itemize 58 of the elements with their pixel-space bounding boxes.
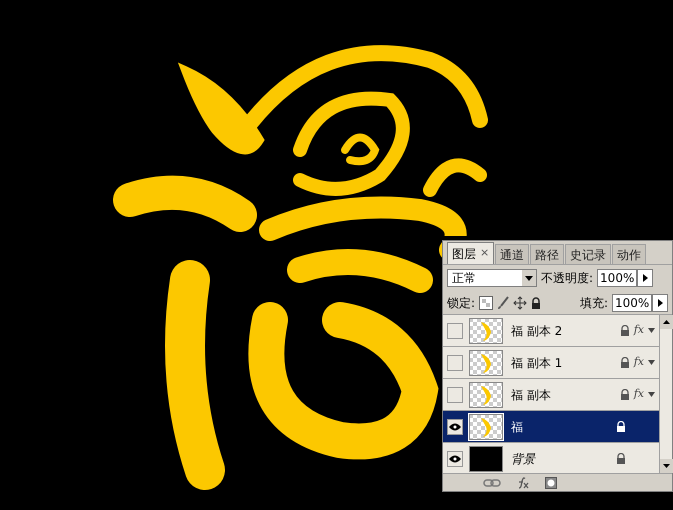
eye-icon [449,422,461,430]
lock-icon [616,453,626,464]
fill-field[interactable]: 100% [612,294,652,312]
lock-icon [620,357,630,368]
lock-icon[interactable] [531,296,542,308]
panel-tab[interactable]: 路径 [530,244,564,264]
layer-row[interactable]: 福 副本 2 fx [443,315,659,347]
layer-thumbnail [469,446,503,472]
fx-icon[interactable] [517,476,529,488]
blend-mode-value: 正常 [451,272,477,284]
tab-close-button[interactable]: × [480,245,490,262]
opacity-label: 不透明度: [541,270,594,287]
layer-row[interactable]: 福 副本 1 fx [443,347,659,379]
effects-indicator[interactable]: fx [634,354,644,371]
scroll-down-icon[interactable] [660,459,673,473]
layer-name: 福 副本 1 [511,354,564,372]
lock-icon [620,389,630,400]
layer-row[interactable]: 福 [443,411,659,443]
panel-tab[interactable]: 史记录 [565,244,612,264]
tab-label: 图层 [452,246,476,262]
expand-caret-icon[interactable] [648,328,655,333]
move-icon[interactable] [513,296,528,310]
layer-name: 背景 [511,450,537,468]
dropdown-caret-icon [522,270,536,286]
layer-thumbnail [469,414,503,440]
visibility-toggle[interactable] [447,450,463,466]
opacity-field[interactable]: 100% [597,269,638,287]
layer-row[interactable]: 福 副本 fx [443,379,659,411]
layer-name: 福 [511,418,524,436]
mask-icon[interactable] [545,476,557,488]
link-icon[interactable] [483,478,501,486]
scrollbar[interactable] [659,315,672,473]
layer-thumbnail [469,318,503,344]
transparency-lock-icon[interactable] [479,296,494,310]
layer-row[interactable]: 背景 [443,443,659,473]
visibility-toggle[interactable] [447,354,463,370]
panel-tab[interactable]: 动作 [612,244,646,264]
eye-icon [449,454,461,462]
brush-icon[interactable] [497,296,510,310]
fill-label: 填充: [580,294,608,312]
panel-tab[interactable]: 图层 × [447,242,494,264]
visibility-toggle[interactable] [447,418,463,434]
layer-thumbnail [469,350,503,376]
layer-thumbnail [469,382,503,408]
expand-caret-icon[interactable] [648,392,655,397]
expand-caret-icon[interactable] [648,360,655,365]
blend-mode-dropdown[interactable]: 正常 [447,269,537,287]
lock-icon [616,421,626,432]
lock-icon [620,325,630,336]
visibility-toggle[interactable] [447,322,463,338]
visibility-toggle[interactable] [447,386,463,402]
scroll-up-icon[interactable] [660,315,673,329]
panel-tab[interactable]: 通道 [495,244,530,264]
effects-indicator[interactable]: fx [634,386,644,403]
layer-name: 福 副本 2 [511,322,564,340]
layer-name: 福 副本 [511,386,552,404]
effects-indicator[interactable]: fx [634,322,644,339]
lock-label: 锁定: [447,294,476,312]
